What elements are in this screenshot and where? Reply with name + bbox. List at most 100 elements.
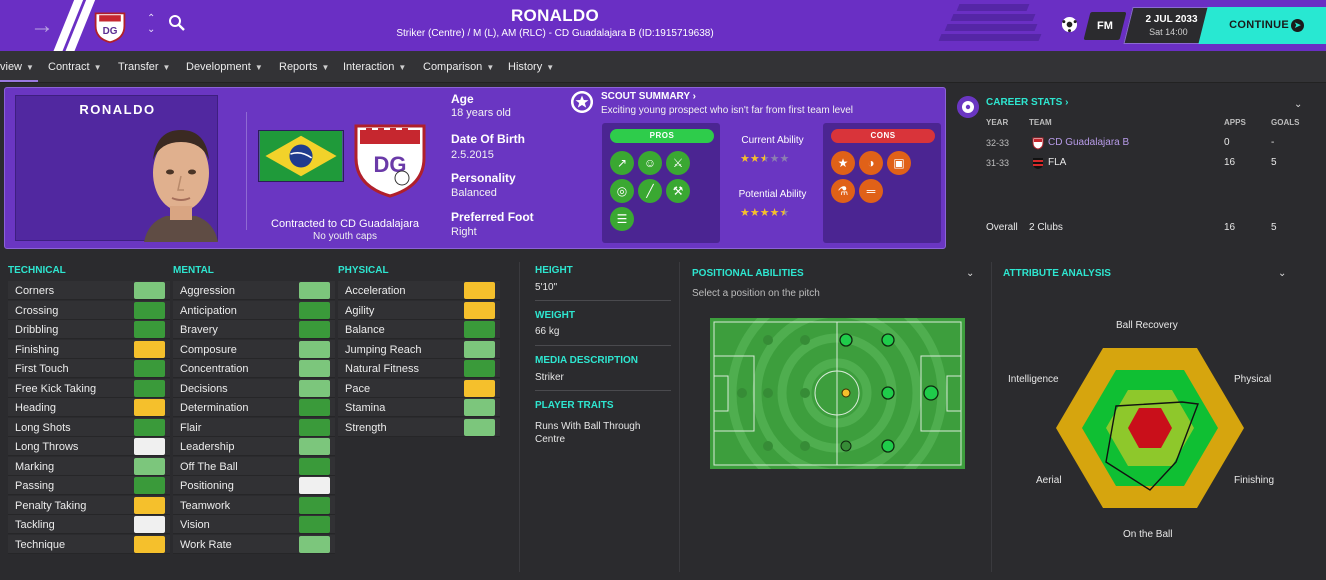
media-description-label: MEDIA DESCRIPTION xyxy=(535,355,638,366)
attribute-row[interactable]: Long Shots xyxy=(8,417,170,437)
attribute-row[interactable]: Penalty Taking xyxy=(8,495,170,515)
attribute-row[interactable]: Passing xyxy=(8,476,170,495)
attribute-level-swatch xyxy=(299,360,330,377)
attribute-row[interactable]: Determination xyxy=(173,398,335,417)
attribute-row[interactable]: Acceleration xyxy=(338,281,500,300)
attribute-row[interactable]: Agility xyxy=(338,300,500,320)
attribute-row[interactable]: Pace xyxy=(338,378,500,398)
top-bar: → DG ⌃ ⌄ RONALDO Striker (Centre) / M (L)… xyxy=(0,0,1326,51)
current-ability-stars: ★★★★★ xyxy=(740,152,789,165)
brazil-flag-icon xyxy=(258,130,344,182)
attribute-level-swatch xyxy=(299,457,330,475)
attribute-name: Work Rate xyxy=(180,538,232,551)
nav-interaction[interactable]: Interaction ▼ xyxy=(343,61,406,73)
attribute-row[interactable]: Aggression xyxy=(173,281,335,300)
chevron-down-icon[interactable]: ⌄ xyxy=(1278,268,1286,279)
dumbbell-icon[interactable]: ═ xyxy=(859,179,883,203)
attribute-row[interactable]: Leadership xyxy=(173,437,335,456)
head-icon[interactable]: ☺ xyxy=(638,151,662,175)
attribute-row[interactable]: Positioning xyxy=(173,476,335,495)
preferred-foot-label: Preferred Foot xyxy=(451,210,534,224)
boots-icon[interactable]: ▣ xyxy=(887,151,911,175)
attribute-name: Flair xyxy=(180,421,202,434)
attribute-level-swatch xyxy=(134,301,165,319)
attribute-row[interactable]: Dribbling xyxy=(8,320,170,339)
attribute-row[interactable]: Decisions xyxy=(173,378,335,398)
attribute-row[interactable]: Technique xyxy=(8,534,170,554)
attribute-row[interactable]: Long Throws xyxy=(8,437,170,456)
basketball-icon[interactable]: ◑ xyxy=(859,151,883,175)
attribute-row[interactable]: Natural Fitness xyxy=(338,359,500,378)
attribute-row[interactable]: Strength xyxy=(338,417,500,437)
positional-abilities-heading: POSITIONAL ABILITIES xyxy=(692,268,804,279)
row-year: 32-33 xyxy=(986,138,1010,148)
nav-development[interactable]: Development ▼ xyxy=(186,61,263,73)
nav-overview[interactable]: view ▼ xyxy=(0,61,34,73)
attribute-level-swatch xyxy=(299,301,330,319)
player-name-title: RONALDO xyxy=(510,6,600,25)
cons-panel: CONS ★ ◑ ▣ ⚗ ═ xyxy=(823,123,941,243)
attribute-name: Natural Fitness xyxy=(345,363,419,375)
star-icon: ★ xyxy=(740,153,750,165)
attribute-row[interactable]: Corners xyxy=(8,281,170,300)
attribute-level-swatch xyxy=(134,340,165,358)
globe-icon[interactable]: ◎ xyxy=(610,179,634,203)
star-icon[interactable]: ★ xyxy=(831,151,855,175)
star-icon: ★ xyxy=(779,207,790,219)
fm-menu-button[interactable]: FM xyxy=(1083,12,1127,40)
chevron-down-icon[interactable]: ⌄ xyxy=(1294,99,1302,110)
contract-status: Contracted to CD Guadalajara xyxy=(271,218,419,230)
scout-summary-link[interactable]: SCOUT SUMMARY › xyxy=(601,91,696,102)
contract-icon[interactable]: ☰ xyxy=(610,207,634,231)
potential-ability-label: Potential Ability xyxy=(738,189,807,200)
attribute-row[interactable]: Jumping Reach xyxy=(338,339,500,359)
career-stats-panel: CAREER STATS › ⌄ YEAR TEAM APPS GOALS 32… xyxy=(955,87,1326,249)
wrench-icon[interactable]: ⚒ xyxy=(666,179,690,203)
continue-button[interactable]: CONTINUE ➤ xyxy=(1198,7,1326,44)
attribute-name: Anticipation xyxy=(180,304,237,317)
row-team-link[interactable]: CD Guadalajara B xyxy=(1048,137,1129,148)
nav-comparison[interactable]: Comparison ▼ xyxy=(423,61,494,73)
nav-reports[interactable]: Reports ▼ xyxy=(279,61,329,73)
attribute-name: Off The Ball xyxy=(180,460,238,473)
flask-icon[interactable]: ⚗ xyxy=(831,179,855,203)
col-apps: APPS xyxy=(1224,118,1246,127)
attribute-row[interactable]: Finishing xyxy=(8,339,170,359)
attribute-row[interactable]: Concentration xyxy=(173,359,335,378)
chevron-down-icon: ▼ xyxy=(546,63,555,72)
attribute-row[interactable]: Flair xyxy=(173,417,335,437)
attribute-row[interactable]: Bravery xyxy=(173,320,335,339)
attribute-row[interactable]: Free Kick Taking xyxy=(8,378,170,398)
attribute-row[interactable]: Off The Ball xyxy=(173,456,335,476)
attribute-row[interactable]: Work Rate xyxy=(173,534,335,554)
feet-icon[interactable]: ⚔ xyxy=(666,151,690,175)
football-icon[interactable] xyxy=(1061,16,1078,33)
trend-up-icon[interactable]: ↗ xyxy=(610,151,634,175)
attribute-row[interactable]: Tackling xyxy=(8,515,170,534)
nav-contract[interactable]: Contract ▼ xyxy=(48,61,102,73)
chevron-down-icon[interactable]: ⌄ xyxy=(966,268,974,279)
attribute-level-swatch xyxy=(464,321,495,338)
row-team[interactable]: FLA xyxy=(1048,157,1066,168)
col-year: YEAR xyxy=(986,118,1009,127)
attribute-row[interactable]: Balance xyxy=(338,320,500,339)
attribute-row[interactable]: Marking xyxy=(8,456,170,476)
club-badge-large-icon[interactable]: DG xyxy=(350,118,430,198)
attribute-row[interactable]: Stamina xyxy=(338,398,500,417)
potential-ability-stars: ★★★★★ xyxy=(740,206,789,219)
attribute-level-swatch xyxy=(134,282,165,299)
nav-history[interactable]: History ▼ xyxy=(508,61,554,73)
club-badge-icon xyxy=(1032,137,1044,150)
attribute-name: Marking xyxy=(15,460,55,473)
attribute-row[interactable]: First Touch xyxy=(8,359,170,378)
attribute-row[interactable]: Crossing xyxy=(8,300,170,320)
attribute-row[interactable]: Heading xyxy=(8,398,170,417)
attribute-row[interactable]: Teamwork xyxy=(173,495,335,515)
attribute-row[interactable]: Composure xyxy=(173,339,335,359)
career-stats-link[interactable]: CAREER STATS › xyxy=(986,97,1068,108)
positions-pitch[interactable] xyxy=(710,318,965,469)
attribute-row[interactable]: Anticipation xyxy=(173,300,335,320)
nav-transfer[interactable]: Transfer ▼ xyxy=(118,61,170,73)
attribute-row[interactable]: Vision xyxy=(173,515,335,534)
bandage-icon[interactable]: ╱ xyxy=(638,179,662,203)
